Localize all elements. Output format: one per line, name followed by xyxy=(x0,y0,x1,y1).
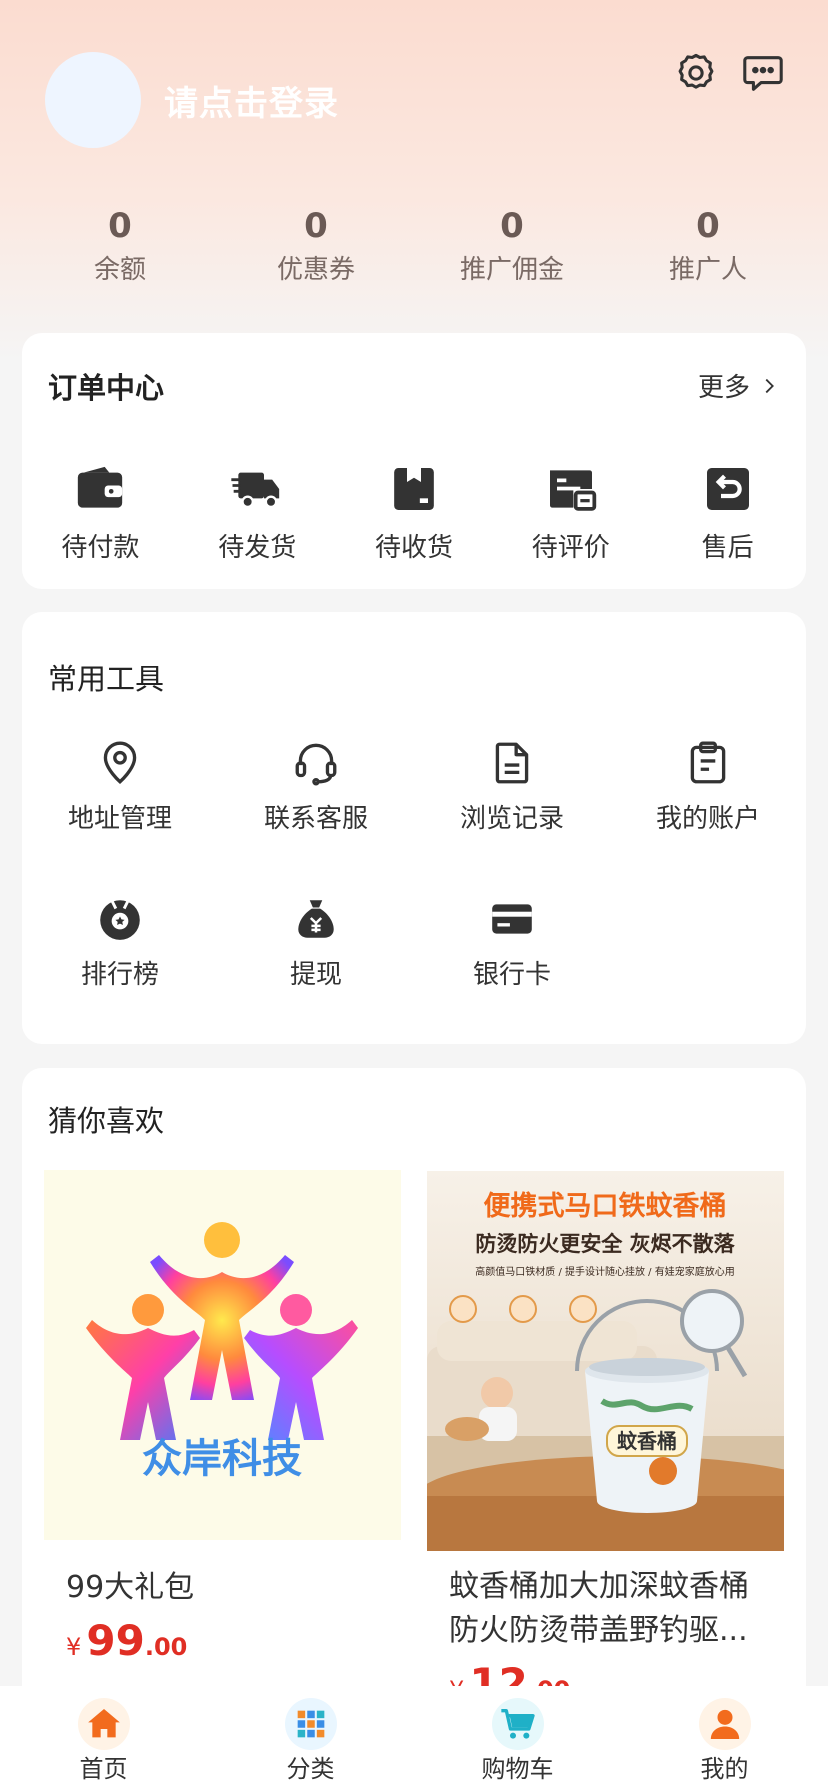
price-decimal: .00 xyxy=(144,1633,188,1661)
common-tools-card: 常用工具 地址管理 联系客服 浏览记录 我的账户 排行榜 提现 银行卡 xyxy=(22,612,806,1044)
stat-label: 优惠券 xyxy=(276,255,355,285)
order-item-label: 待发货 xyxy=(218,533,297,563)
tab-cart[interactable]: 购物车 xyxy=(414,1686,621,1792)
tool-bank-card[interactable]: 银行卡 xyxy=(414,894,610,992)
tool-label: 浏览记录 xyxy=(459,804,564,834)
bottom-tab-bar: 首页 分类 购物车 我的 xyxy=(0,1686,828,1792)
document-icon xyxy=(487,738,537,788)
cart-icon xyxy=(491,1698,544,1750)
order-pending-review[interactable]: 待评价 xyxy=(492,461,649,565)
price-currency: ¥ xyxy=(66,1633,82,1661)
orders-more-link[interactable]: 更多 xyxy=(698,367,780,404)
product-price: ¥ 99.00 xyxy=(44,1616,401,1665)
tab-label: 购物车 xyxy=(481,1755,554,1783)
tool-label: 银行卡 xyxy=(472,960,551,990)
money-bag-icon xyxy=(291,894,341,944)
tool-label: 联系客服 xyxy=(263,804,368,834)
user-icon xyxy=(698,1698,751,1750)
tool-customer-service[interactable]: 联系客服 xyxy=(218,738,414,836)
stat-label: 推广佣金 xyxy=(459,255,564,285)
tool-label: 我的账户 xyxy=(655,804,760,834)
order-pending-payment[interactable]: 待付款 xyxy=(22,461,179,565)
product-name: 99大礼包 xyxy=(66,1570,195,1605)
tab-label: 分类 xyxy=(286,1755,335,1783)
tool-ranking[interactable]: 排行榜 xyxy=(22,894,218,992)
bucket-label: 蚊香桶 xyxy=(617,1429,677,1453)
tool-withdraw[interactable]: 提现 xyxy=(218,894,414,992)
tool-address[interactable]: 地址管理 xyxy=(22,738,218,836)
profile-header: 请点击登录 0 余额 0 优惠券 0 推广佣金 0 推广人 xyxy=(0,0,828,330)
wallet-icon xyxy=(72,461,128,517)
price-integer: 99 xyxy=(86,1616,145,1665)
product-image: 众岸科技 xyxy=(44,1170,401,1540)
stat-label: 余额 xyxy=(93,255,146,285)
banner-subtitle: 防烫防火更安全 灰烬不散落 xyxy=(475,1232,735,1256)
gear-icon[interactable] xyxy=(673,50,719,96)
order-pending-shipment[interactable]: 待发货 xyxy=(179,461,336,565)
tool-label: 提现 xyxy=(289,960,342,990)
tab-home[interactable]: 首页 xyxy=(0,1686,207,1792)
chat-bubble-icon[interactable] xyxy=(740,50,786,96)
tool-history[interactable]: 浏览记录 xyxy=(414,738,610,836)
logo-text: 众岸科技 xyxy=(142,1436,302,1482)
common-tools-title: 常用工具 xyxy=(48,662,165,696)
more-label: 更多 xyxy=(697,373,750,403)
bank-card-icon xyxy=(487,894,537,944)
order-item-label: 待评价 xyxy=(531,533,610,563)
product-card[interactable]: 众岸科技 99大礼包 ¥ 99.00 xyxy=(44,1170,401,1665)
stat-value: 0 xyxy=(500,206,524,246)
clipboard-icon xyxy=(683,738,733,788)
tool-account[interactable]: 我的账户 xyxy=(610,738,806,836)
tab-mine[interactable]: 我的 xyxy=(621,1686,828,1792)
order-item-label: 待付款 xyxy=(61,533,140,563)
medal-icon xyxy=(95,894,145,944)
delivery-truck-icon xyxy=(229,461,285,517)
home-icon xyxy=(77,1698,130,1750)
recommendations-title: 猜你喜欢 xyxy=(48,1104,165,1138)
location-pin-icon xyxy=(95,738,145,788)
order-after-sales[interactable]: 售后 xyxy=(649,461,806,565)
order-pending-receipt[interactable]: 待收货 xyxy=(336,461,493,565)
stat-value: 0 xyxy=(304,206,328,246)
chevron-right-icon xyxy=(765,378,774,393)
review-icon xyxy=(543,461,599,517)
login-prompt[interactable]: 请点击登录 xyxy=(164,76,339,125)
company-logo-icon: 众岸科技 xyxy=(44,1170,401,1540)
headset-icon xyxy=(291,738,341,788)
stat-referrals[interactable]: 0 推广人 xyxy=(610,205,806,287)
product-card[interactable]: 蚊香桶 便携式马口铁蚊香桶 防烫防火更安全 灰烬不散落 高颜值马口铁材质 / 提… xyxy=(427,1171,784,1708)
product-image: 蚊香桶 便携式马口铁蚊香桶 防烫防火更安全 灰烬不散落 高颜值马口铁材质 / 提… xyxy=(427,1171,784,1551)
recommendations-card: 猜你喜欢 众岸科技 99大礼包 ¥ 99.00 蚊香桶 便携式马口铁蚊香桶 防烫… xyxy=(22,1068,806,1792)
account-stats: 0 余额 0 优惠券 0 推广佣金 0 推广人 xyxy=(22,205,806,287)
stat-label: 推广人 xyxy=(668,255,747,285)
banner-title: 便携式马口铁蚊香桶 xyxy=(484,1190,727,1222)
category-grid-icon xyxy=(284,1698,337,1750)
stat-value: 0 xyxy=(108,206,132,246)
package-icon xyxy=(386,461,442,517)
order-center-card: 订单中心 更多 待付款 待发货 待收货 待评价 售后 xyxy=(22,333,806,589)
stat-value: 0 xyxy=(696,206,720,246)
stat-coupons[interactable]: 0 优惠券 xyxy=(218,205,414,287)
tool-label: 地址管理 xyxy=(67,804,172,834)
order-item-label: 售后 xyxy=(701,533,754,563)
return-icon xyxy=(700,461,756,517)
tab-label: 我的 xyxy=(700,1755,749,1783)
tab-category[interactable]: 分类 xyxy=(207,1686,414,1792)
order-item-label: 待收货 xyxy=(374,533,453,563)
avatar[interactable] xyxy=(45,52,141,148)
stat-commission[interactable]: 0 推广佣金 xyxy=(414,205,610,287)
banner-caption: 高颜值马口铁材质 / 提手设计随心挂放 / 有娃宠家庭放心用 xyxy=(475,1265,734,1278)
tool-label: 排行榜 xyxy=(80,960,159,990)
stat-balance[interactable]: 0 余额 xyxy=(22,205,218,287)
order-center-title: 订单中心 xyxy=(48,371,165,405)
tab-label: 首页 xyxy=(79,1755,128,1783)
product-name: 蚊香桶加大加深蚊香桶防火防烫带盖野钓驱... xyxy=(449,1569,749,1648)
